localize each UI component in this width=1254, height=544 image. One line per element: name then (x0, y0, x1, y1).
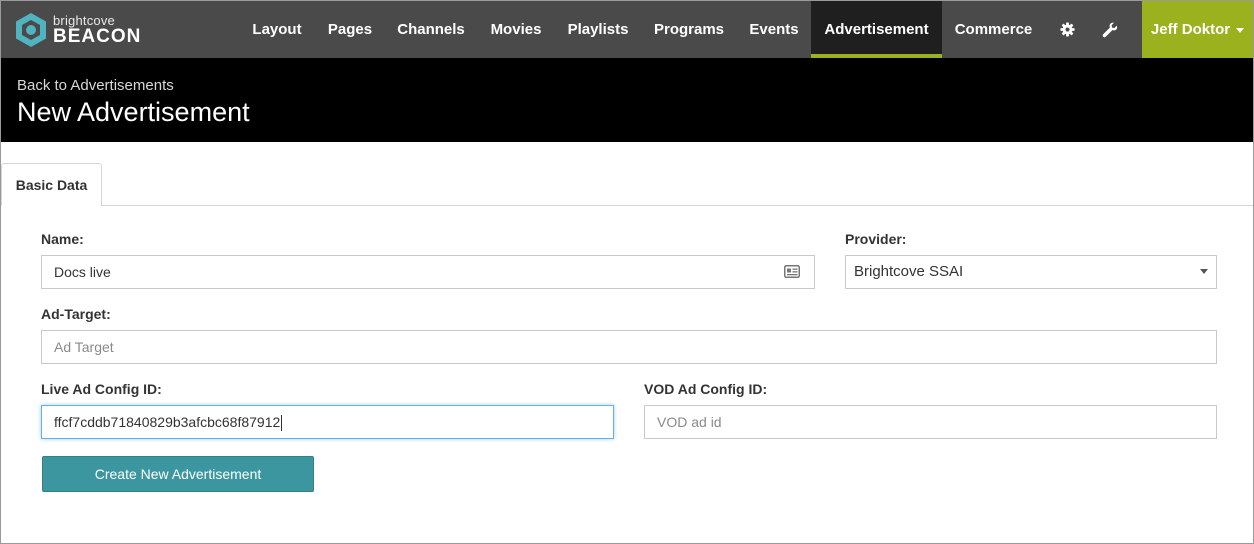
tab-basic-data[interactable]: Basic Data (1, 163, 102, 206)
nav-item-pages[interactable]: Pages (315, 1, 385, 58)
text-cursor (281, 415, 283, 432)
name-field[interactable]: Docs live (41, 255, 815, 289)
nav-item-layout[interactable]: Layout (239, 1, 315, 58)
vod-ad-config-placeholder: VOD ad id (657, 414, 722, 430)
chevron-down-icon (1236, 27, 1245, 33)
contact-card-icon[interactable] (784, 265, 800, 278)
create-advertisement-button[interactable]: Create New Advertisement (42, 456, 314, 492)
back-to-advertisements-link[interactable]: Back to Advertisements (17, 77, 174, 94)
app-window: brightcove BEACON Layout Pages Channels … (0, 0, 1254, 544)
logo-wordmark-big: BEACON (53, 26, 142, 47)
vod-ad-config-label: VOD Ad Config ID: (644, 381, 768, 397)
brightcove-beacon-logo[interactable]: brightcove BEACON (13, 11, 153, 49)
ad-target-placeholder: Ad Target (54, 339, 114, 355)
nav-item-advertisement[interactable]: Advertisement (811, 1, 942, 58)
top-navigation-bar: brightcove BEACON Layout Pages Channels … (1, 1, 1253, 58)
provider-label: Provider: (845, 231, 907, 247)
nav-item-commerce[interactable]: Commerce (942, 1, 1045, 58)
ad-target-input[interactable]: Ad Target (41, 330, 1217, 364)
wrench-icon (1102, 22, 1118, 37)
user-name: Jeff Doktor (1150, 21, 1231, 38)
live-ad-config-value: ffcf7cddb71840829b3afcbc68f87912 (54, 414, 281, 430)
hexagon-logo-icon (16, 13, 46, 47)
nav-item-programs[interactable]: Programs (641, 1, 737, 58)
name-label: Name: (41, 231, 84, 247)
user-menu[interactable]: Jeff Doktor (1142, 1, 1253, 58)
vod-ad-config-input[interactable]: VOD ad id (644, 405, 1217, 439)
live-ad-config-label: Live Ad Config ID: (41, 381, 162, 397)
ad-target-label: Ad-Target: (41, 306, 111, 322)
provider-value: Brightcove SSAI (854, 263, 964, 280)
gear-icon (1059, 22, 1075, 37)
settings-button[interactable] (1047, 1, 1087, 58)
nav-item-playlists[interactable]: Playlists (555, 1, 641, 58)
nav-item-movies[interactable]: Movies (477, 1, 555, 58)
live-ad-config-input[interactable]: ffcf7cddb71840829b3afcbc68f87912 (41, 405, 614, 439)
nav-item-channels[interactable]: Channels (385, 1, 477, 58)
tabs-divider (1, 205, 1253, 206)
name-value: Docs live (54, 264, 111, 280)
provider-select[interactable]: Brightcove SSAI (845, 255, 1217, 289)
nav-item-events[interactable]: Events (737, 1, 811, 58)
dropdown-arrow-icon (1200, 269, 1208, 274)
page-title: New Advertisement (17, 97, 250, 127)
tools-button[interactable] (1090, 1, 1130, 58)
page-header: Back to Advertisements New Advertisement (1, 58, 1253, 142)
